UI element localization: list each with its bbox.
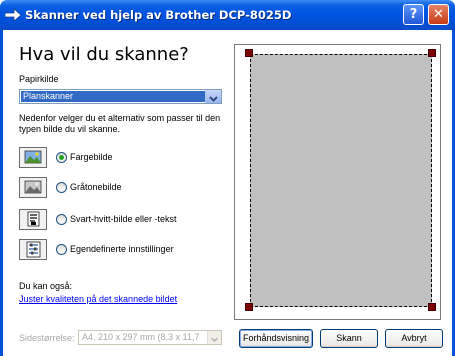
grayscale-picture-icon bbox=[24, 180, 42, 194]
page-size-label: Sidestørrelse: bbox=[19, 333, 75, 343]
resize-handle-bottom-left[interactable] bbox=[245, 303, 253, 311]
chevron-down-icon bbox=[209, 96, 218, 102]
grayscale-picture-radio[interactable] bbox=[56, 182, 67, 193]
resize-handle-top-right[interactable] bbox=[428, 49, 436, 57]
paper-source-select[interactable]: Planskanner bbox=[19, 89, 222, 104]
custom-settings-radio[interactable] bbox=[56, 244, 67, 255]
scanner-dialog: Skanner ved hjelp av Brother DCP-8025D ?… bbox=[0, 0, 455, 356]
page-size-select: A4, 210 x 297 mm (8,3 x 11,7 bbox=[78, 330, 222, 345]
bw-text-icon bbox=[27, 211, 40, 227]
help-button[interactable]: ? bbox=[403, 4, 424, 25]
preview-button[interactable]: Forhåndsvisning bbox=[239, 329, 313, 348]
resize-handle-bottom-right[interactable] bbox=[428, 303, 436, 311]
bw-text-radio[interactable] bbox=[56, 214, 67, 225]
paper-source-value: Planskanner bbox=[21, 91, 206, 102]
page-size-dropdown-button bbox=[207, 331, 221, 344]
window-title: Skanner ved hjelp av Brother DCP-8025D bbox=[25, 8, 292, 22]
page-size-value: A4, 210 x 297 mm (8,3 x 11,7 bbox=[82, 332, 200, 342]
also-label: Du kan også: bbox=[19, 281, 73, 291]
grayscale-picture-label[interactable]: Gråtonebilde bbox=[70, 182, 122, 192]
instructions-text: Nedenfor velger du et alternativ som pas… bbox=[19, 113, 221, 134]
cancel-button[interactable]: Avbryt bbox=[385, 329, 443, 348]
color-picture-label[interactable]: Fargebilde bbox=[70, 152, 113, 162]
custom-settings-label[interactable]: Egendefinerte innstillinger bbox=[70, 244, 174, 254]
paper-source-label: Papirkilde bbox=[19, 74, 59, 84]
color-picture-button[interactable] bbox=[19, 147, 47, 168]
title-bar: Skanner ved hjelp av Brother DCP-8025D ?… bbox=[0, 0, 455, 30]
resize-handle-top-left[interactable] bbox=[245, 49, 253, 57]
scan-button[interactable]: Skann bbox=[320, 329, 378, 348]
adjust-quality-link[interactable]: Juster kvaliteten på det skannede bildet bbox=[19, 294, 177, 304]
custom-settings-icon bbox=[26, 241, 41, 258]
grayscale-picture-button[interactable] bbox=[19, 177, 47, 198]
dropdown-button[interactable] bbox=[205, 90, 221, 103]
bw-text-button[interactable] bbox=[19, 209, 47, 230]
bw-text-label[interactable]: Svart-hvitt-bilde eller -tekst bbox=[70, 214, 177, 224]
color-picture-radio[interactable] bbox=[56, 152, 67, 163]
page-title: Hva vil du skanne? bbox=[19, 44, 189, 65]
chevron-down-icon bbox=[210, 337, 219, 343]
scan-area[interactable] bbox=[250, 54, 432, 307]
custom-settings-button[interactable] bbox=[19, 239, 47, 260]
color-picture-icon bbox=[24, 150, 42, 164]
close-button[interactable]: ✕ bbox=[428, 4, 449, 25]
scanner-app-icon bbox=[5, 8, 21, 22]
